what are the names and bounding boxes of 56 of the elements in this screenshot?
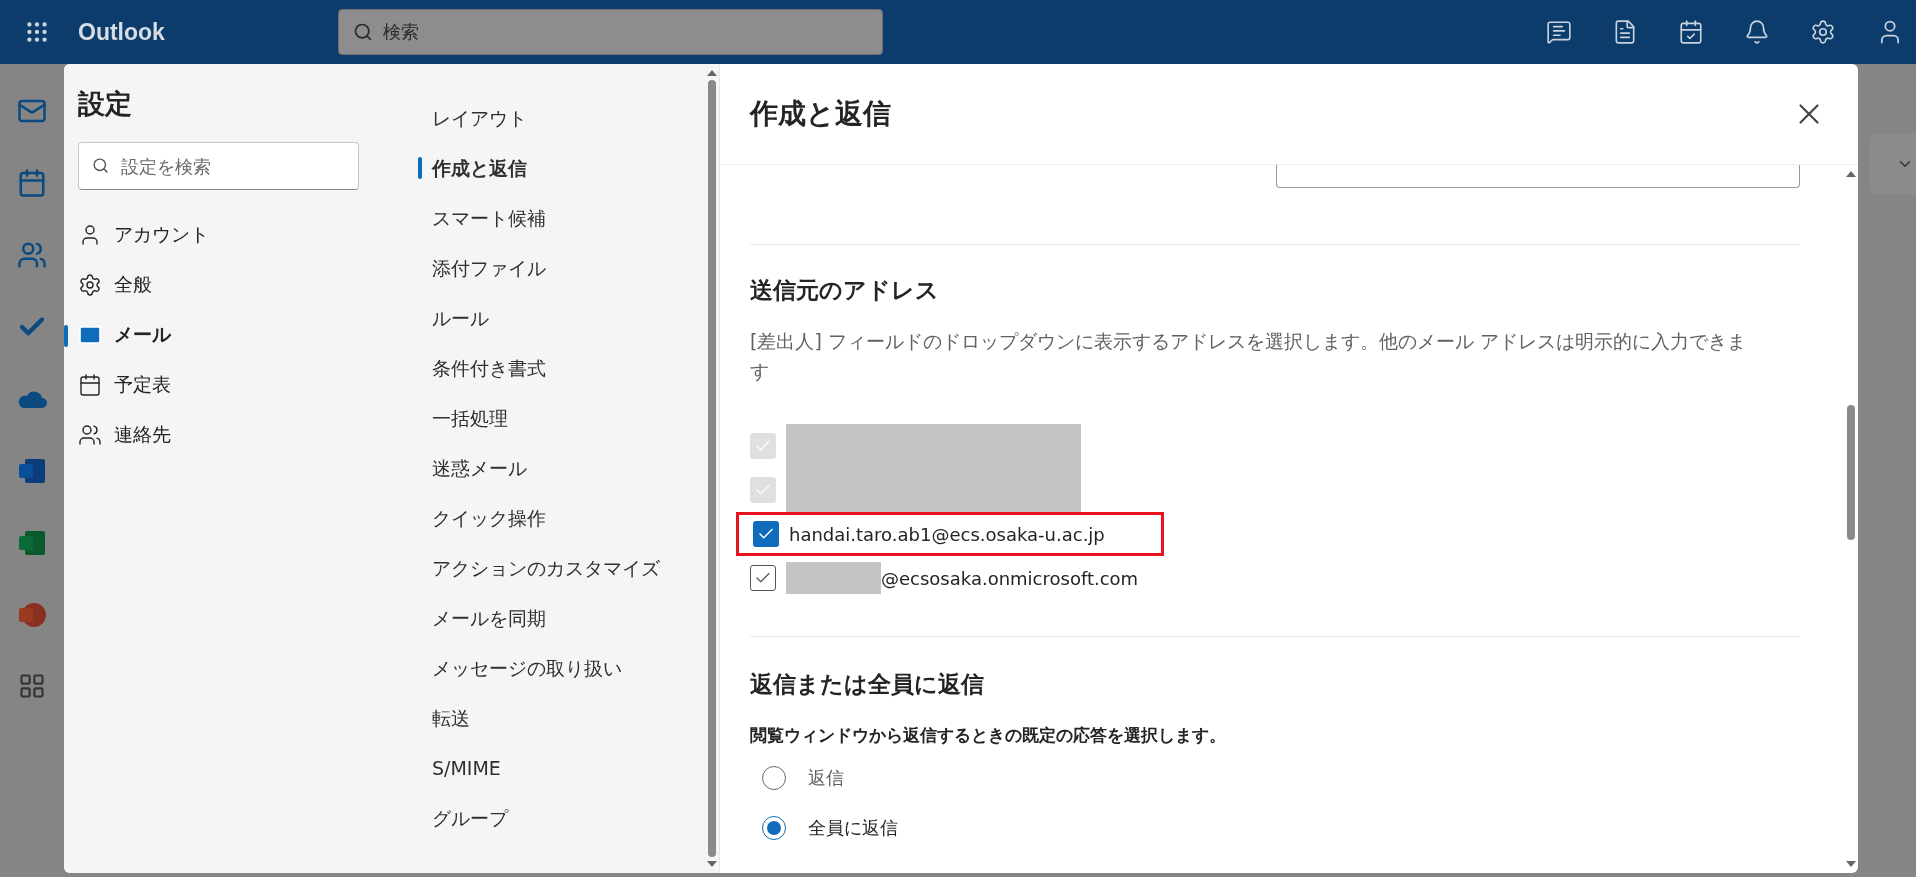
settings-subcategory[interactable]: グループ bbox=[418, 794, 705, 844]
settings-subcategory[interactable]: 添付ファイル bbox=[418, 244, 705, 294]
settings-subcategory[interactable]: メッセージの取り扱い bbox=[418, 644, 705, 694]
section-heading: 返信または全員に返信 bbox=[750, 670, 985, 699]
presentation-app-icon[interactable] bbox=[17, 600, 47, 630]
checkbox[interactable] bbox=[750, 565, 776, 591]
settings-subcategory[interactable]: 一括処理 bbox=[418, 394, 705, 444]
settings-subcategory[interactable]: アクションのカスタマイズ bbox=[418, 544, 705, 594]
section-heading: 送信元のアドレス bbox=[750, 276, 940, 305]
settings-subcategory[interactable]: 転送 bbox=[418, 694, 705, 744]
email-address: handai.taro.ab1@ecs.osaka-u.ac.jp bbox=[789, 523, 1105, 545]
search-icon bbox=[92, 157, 109, 174]
search-placeholder: 検索 bbox=[383, 20, 419, 44]
settings-category[interactable]: アカウント bbox=[64, 210, 392, 260]
email-address: @ecsosaka.onmicrosoft.com bbox=[881, 567, 1139, 589]
dialog-title: 設定 bbox=[78, 87, 133, 121]
document-app-icon[interactable] bbox=[17, 456, 47, 486]
dropdown-field[interactable] bbox=[1276, 165, 1800, 188]
settings-subcategory[interactable]: 迷惑メール bbox=[418, 444, 705, 494]
chat-icon[interactable] bbox=[1546, 19, 1572, 45]
app-name: Outlook bbox=[78, 18, 166, 46]
checkbox[interactable] bbox=[753, 521, 779, 547]
apps-icon[interactable] bbox=[18, 672, 46, 700]
settings-subcategory[interactable]: S/MIME bbox=[418, 744, 705, 794]
calendar-icon bbox=[78, 373, 102, 397]
settings-icon bbox=[78, 273, 102, 297]
people-icon[interactable] bbox=[17, 240, 47, 270]
settings-subcategory[interactable]: レイアウト bbox=[418, 94, 705, 144]
radio-label: 返信 bbox=[808, 766, 844, 790]
spreadsheet-app-icon[interactable] bbox=[17, 528, 47, 558]
settings-category[interactable]: 連絡先 bbox=[64, 410, 392, 460]
calendar-check-icon[interactable] bbox=[1678, 19, 1704, 45]
settings-subcategory[interactable]: 作成と返信 bbox=[418, 144, 705, 194]
notification-icon[interactable] bbox=[1744, 19, 1770, 45]
search-icon bbox=[353, 22, 373, 42]
settings-subcategory[interactable]: 条件付き書式 bbox=[418, 344, 705, 394]
settings-icon[interactable] bbox=[1810, 19, 1836, 45]
settings-category[interactable]: メール bbox=[64, 310, 392, 360]
section-description: [差出人] フィールドのドロップダウンに表示するアドレスを選択します。他のメール アドレスは明示的に入力できます bbox=[750, 329, 1747, 384]
radio-label: 全員に返信 bbox=[808, 816, 898, 840]
settings-subcategory[interactable]: メールを同期 bbox=[418, 594, 705, 644]
checkbox[interactable] bbox=[750, 433, 776, 459]
question-text: 閲覧ウィンドウから返信するときの既定の応答を選択します。 bbox=[750, 724, 1227, 747]
settings-subcategory[interactable]: スマート候補 bbox=[418, 194, 705, 244]
mail-icon bbox=[78, 323, 102, 347]
settings-subcategory[interactable]: ルール bbox=[418, 294, 705, 344]
settings-search-field[interactable]: 設定を検索 bbox=[78, 142, 359, 190]
people-icon bbox=[78, 423, 102, 447]
settings-subcategory[interactable]: クイック操作 bbox=[418, 494, 705, 544]
search-field[interactable]: 検索 bbox=[338, 9, 883, 55]
calendar-icon[interactable] bbox=[17, 168, 47, 198]
checkbox[interactable] bbox=[750, 477, 776, 503]
settings-category[interactable]: 全般 bbox=[64, 260, 392, 310]
settings-category[interactable]: 予定表 bbox=[64, 360, 392, 410]
app-launcher-icon[interactable] bbox=[24, 19, 50, 45]
page-title: 作成と返信 bbox=[750, 96, 891, 132]
